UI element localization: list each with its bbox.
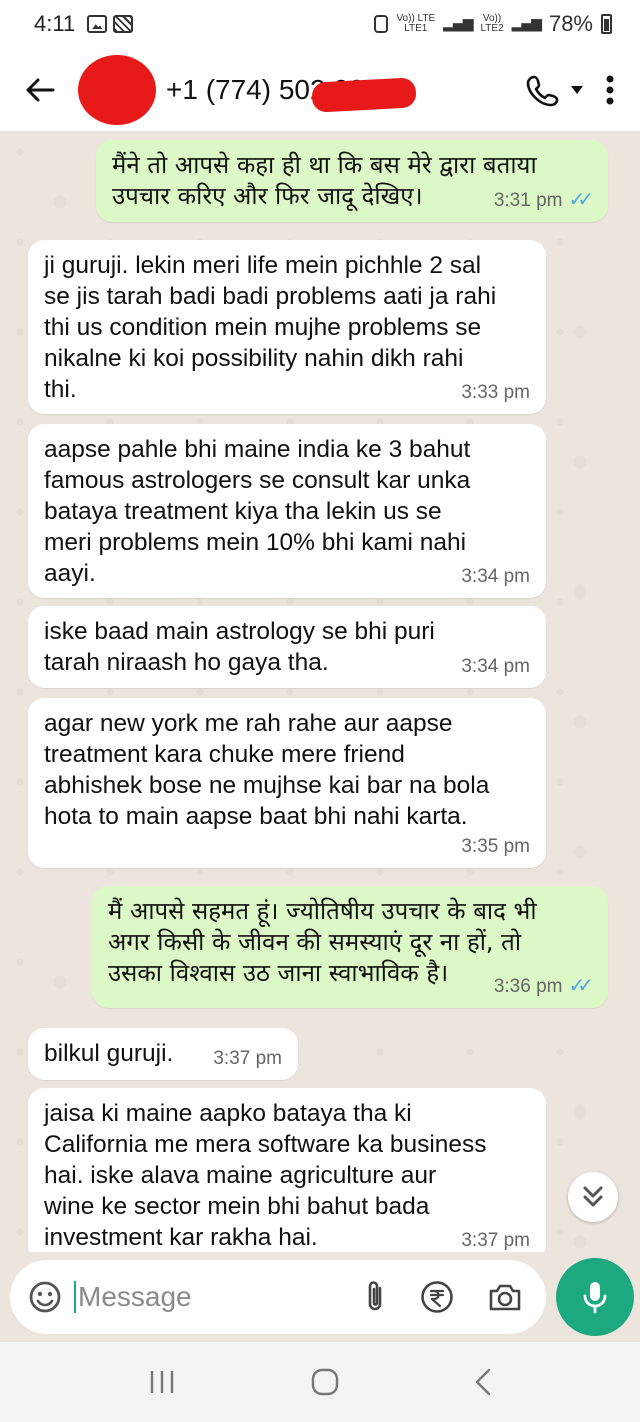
signal-icon-1: ▂▄▆ [443,16,473,32]
message-time: 3:35 pm [461,836,530,857]
sticker-icon[interactable] [28,1280,62,1314]
text-cursor [74,1281,76,1313]
message-text: aapse pahle bhi maine india ke 3 bahut f… [44,436,471,587]
network-sub-2: LTE2 [480,23,504,34]
message-field[interactable]: Message [10,1260,546,1334]
message-text: ji guruji. lekin meri life mein pichhle … [44,252,497,403]
back-button[interactable] [0,48,80,132]
dropdown-caret-icon [571,85,583,94]
more-vert-icon[interactable] [606,75,614,105]
message-time: 3:36 pm [493,976,563,997]
chat-header: +1 (774) 502 0020 [0,48,640,132]
message-text: agar new york me rah rahe aur aapse trea… [44,710,490,830]
read-ticks-icon: ✓✓ [568,189,593,211]
rupee-payment-icon[interactable] [420,1280,454,1314]
message-text: iske baad main astrology se bhi puri tar… [44,618,435,676]
message-bubble[interactable]: jaisa ki maine aapko bataya tha ki Calif… [28,1088,546,1252]
message-bubble[interactable]: agar new york me rah rahe aur aapse trea… [28,698,546,868]
message-time: 3:31 pm [493,190,563,211]
message-bubble[interactable]: aapse pahle bhi maine india ke 3 bahut f… [28,424,546,598]
message-bubble[interactable]: iske baad main astrology se bhi puri tar… [28,606,546,688]
system-nav-bar [0,1342,640,1422]
message-bubble[interactable]: ji guruji. lekin meri life mein pichhle … [28,240,546,414]
mic-icon [583,1282,607,1314]
message-input[interactable]: Message [78,1281,192,1313]
message-time: 3:33 pm [461,382,530,403]
camera-icon[interactable] [488,1282,522,1312]
gallery-notification-icon [87,15,108,33]
message-time: 3:37 pm [461,1230,530,1251]
status-time: 4:11 [34,11,76,36]
signal-icon-2: ▂▄▆ [511,16,542,32]
back-arrow-icon [26,78,55,101]
battery-percent: 78% [548,11,593,36]
message-bubble[interactable]: bilkul guruji. 3:37 pm [28,1028,298,1080]
attach-icon[interactable] [364,1280,386,1314]
alarm-icon [374,15,389,33]
call-button[interactable] [526,73,584,107]
network-sub-1: LTE1 [404,23,428,34]
avatar[interactable] [78,54,156,125]
message-list[interactable]: मैंने तो आपसे कहा ही था कि बस मेरे द्वार… [0,132,640,1252]
message-time: 3:37 pm [213,1048,282,1069]
contact-title[interactable]: +1 (774) 502 0020 [166,74,417,113]
message-time: 3:34 pm [461,566,530,587]
redaction-mark [311,76,417,113]
read-ticks-icon: ✓✓ [568,975,593,997]
status-bar: 4:11 Vo)) LTE LTE1 ▂▄▆ Vo)) LTE2 ▂▄▆ 78% [0,0,640,48]
phone-icon [526,75,559,106]
voice-record-button[interactable] [556,1258,634,1336]
message-bubble[interactable]: मैंने तो आपसे कहा ही था कि बस मेरे द्वार… [96,140,608,222]
scroll-down-icon [583,1186,603,1207]
message-text: jaisa ki maine aapko bataya tha ki Calif… [44,1100,487,1251]
battery-icon [601,14,612,34]
composer: Message [0,1252,640,1342]
app-notification-icon [113,15,134,33]
nav-back-icon[interactable] [474,1368,492,1396]
scroll-down-button[interactable] [568,1172,618,1222]
home-icon[interactable] [311,1368,339,1396]
message-time: 3:34 pm [461,656,530,677]
recents-icon[interactable] [148,1369,176,1395]
message-bubble[interactable]: मैं आपसे सहमत हूं। ज्योतिषीय उपचार के बा… [92,886,608,1008]
